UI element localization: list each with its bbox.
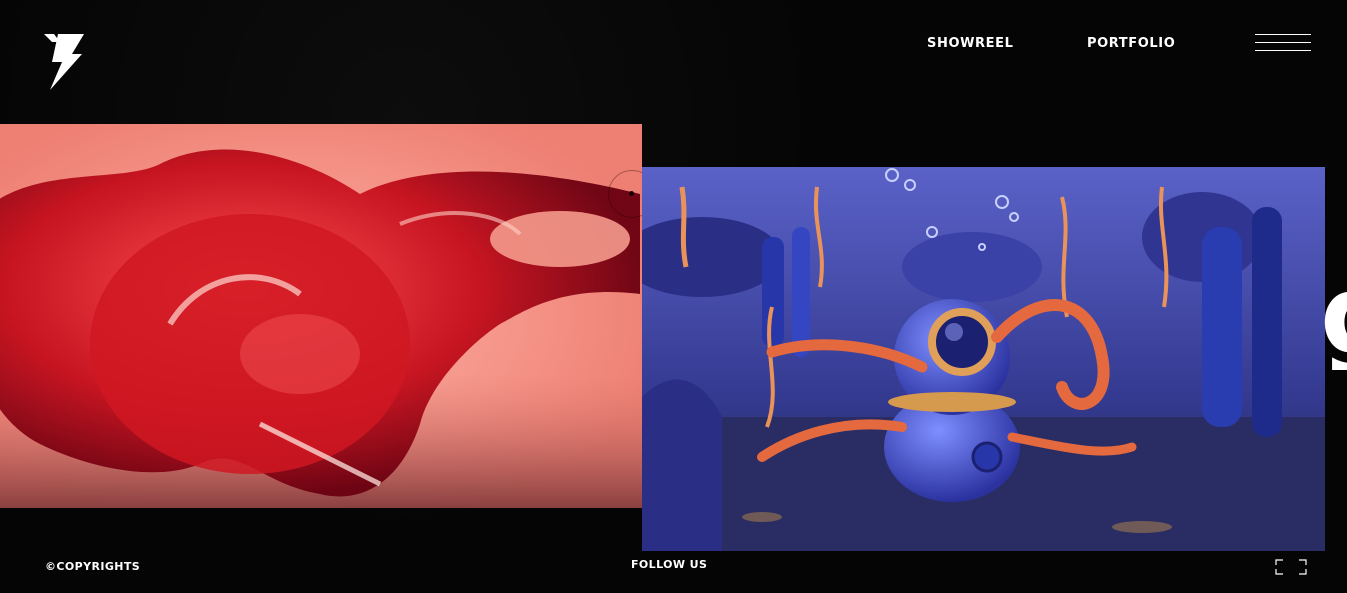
copyright-text: ©COPYRIGHTS (45, 560, 141, 573)
cursor-dot (629, 191, 634, 196)
underwater-diver-image (642, 167, 1325, 551)
edge-letter: g (1320, 262, 1347, 370)
slide-red-liquid[interactable] (0, 124, 642, 508)
lightning-bolt-logo-icon (44, 34, 84, 90)
hamburger-menu-icon[interactable] (1255, 34, 1311, 54)
page: SHOWREEL PORTFOLIO ©COPYRIGHTS FOLLOW US (0, 0, 1347, 593)
slide-underwater-diver[interactable] (642, 167, 1325, 551)
fullscreen-icon-graphic (1275, 559, 1307, 575)
fullscreen-icon[interactable] (1275, 559, 1307, 575)
nav-portfolio[interactable]: PORTFOLIO (1087, 36, 1175, 51)
nav-showreel[interactable]: SHOWREEL (927, 36, 1014, 51)
logo[interactable] (44, 34, 86, 92)
red-liquid-image (0, 124, 642, 508)
follow-us-link[interactable]: FOLLOW US (631, 558, 707, 571)
